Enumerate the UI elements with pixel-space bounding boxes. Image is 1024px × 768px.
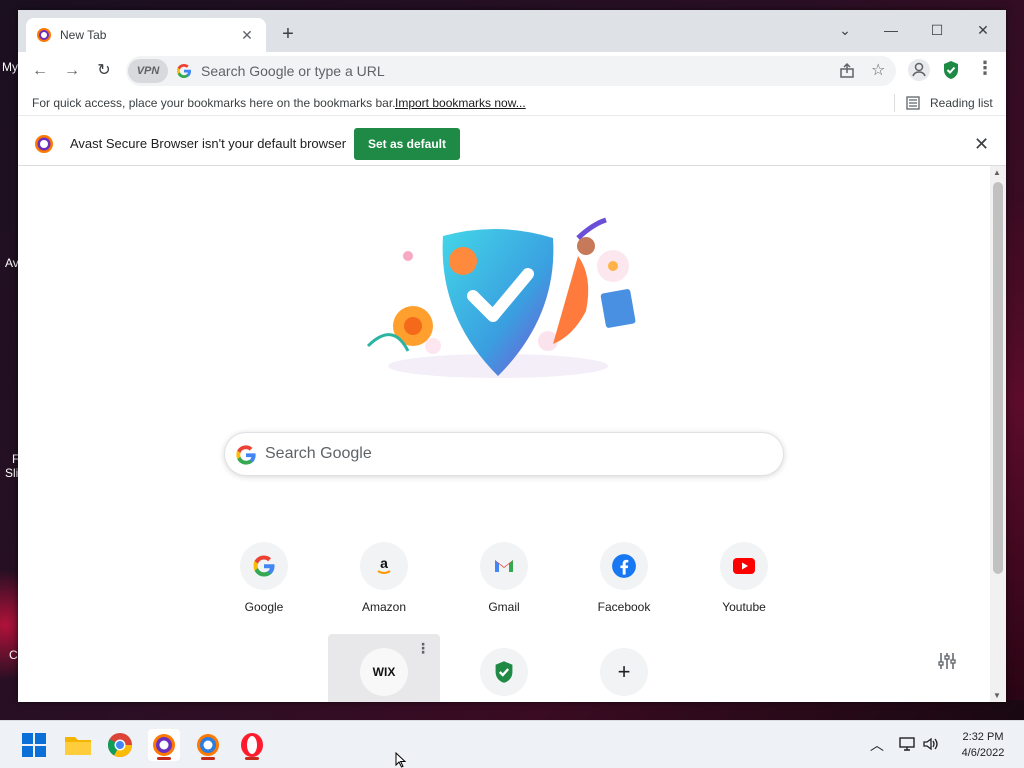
gmail-icon	[480, 542, 528, 590]
svg-text:a: a	[380, 555, 388, 571]
network-icon[interactable]	[898, 736, 916, 752]
avast-browser-taskbar-button[interactable]	[148, 729, 180, 761]
ntp-search-placeholder: Search Google	[265, 445, 372, 462]
shortcut-tile[interactable]: Google	[208, 528, 320, 632]
amazon-icon: a	[360, 542, 408, 590]
bookmarks-divider	[894, 94, 895, 112]
minimize-button[interactable]: —	[868, 16, 914, 44]
vpn-button[interactable]: VPN	[128, 59, 168, 83]
shortcut-tile[interactable]: a Amazon	[328, 528, 440, 632]
tab-close-icon[interactable]: ✕	[238, 27, 256, 44]
google-icon	[240, 542, 288, 590]
scrollbar-thumb[interactable]	[993, 182, 1003, 574]
infobar-close-icon[interactable]: ✕	[974, 134, 989, 155]
reading-list-icon	[906, 96, 920, 110]
tab-strip: New Tab ✕ + ⌄ — ☐ ✕	[18, 10, 1006, 52]
tab-new-tab[interactable]: New Tab ✕	[26, 18, 266, 52]
security-hero-illustration	[366, 217, 636, 378]
share-icon[interactable]	[838, 62, 856, 80]
default-browser-infobar: Avast Secure Browser isn't your default …	[18, 122, 1006, 166]
address-bar[interactable]: VPN Search Google or type a URL ☆	[126, 56, 896, 86]
close-window-button[interactable]: ✕	[960, 16, 1006, 44]
volume-icon[interactable]	[922, 736, 940, 752]
desktop-icon-label[interactable]: My	[2, 60, 18, 74]
maximize-button[interactable]: ☐	[914, 16, 960, 44]
shortcut-label: Google	[244, 600, 284, 614]
shortcut-tile[interactable]: Youtube	[688, 528, 800, 632]
shortcut-label: Facebook	[597, 600, 651, 614]
profile-avatar-icon[interactable]	[908, 59, 930, 81]
set-as-default-button[interactable]: Set as default	[354, 128, 460, 160]
opera-taskbar-button[interactable]	[236, 729, 268, 761]
bookmark-star-icon[interactable]: ☆	[871, 60, 885, 80]
avast-shield-extension-icon[interactable]	[942, 60, 960, 80]
new-tab-button[interactable]: +	[276, 22, 300, 46]
import-bookmarks-link[interactable]: Import bookmarks now...	[395, 96, 526, 110]
menu-kebab-icon[interactable]: ⋮	[976, 58, 994, 79]
scroll-up-arrow-icon[interactable]: ▲	[993, 168, 1001, 177]
desktop-icon-label[interactable]: C	[9, 648, 18, 662]
new-tab-page: Search Google Google a Amazon Gmail Face…	[18, 166, 1006, 702]
shortcut-more-icon[interactable]: ⋮	[416, 640, 430, 657]
desktop-icon-label[interactable]: Av	[5, 256, 19, 270]
google-g-icon	[177, 64, 191, 78]
ntp-search-box[interactable]: Search Google	[224, 432, 784, 476]
running-indicator	[157, 757, 171, 760]
avast-browser-icon	[37, 28, 51, 42]
shortcut-tile[interactable]: ⋮ WIX	[328, 634, 440, 702]
customize-sliders-icon[interactable]	[936, 650, 958, 672]
desktop-icon-label[interactable]: Sli	[5, 466, 18, 480]
mouse-cursor-icon	[395, 752, 407, 768]
clock-time: 2:32 PM	[962, 731, 1004, 743]
running-indicator	[201, 757, 215, 760]
page-scrollbar[interactable]: ▲ ▼	[990, 166, 1006, 702]
shortcut-tile[interactable]: Facebook	[568, 528, 680, 632]
google-g-icon	[236, 445, 256, 465]
wix-icon: WIX	[360, 648, 408, 696]
bookmarks-bar: For quick access, place your bookmarks h…	[18, 90, 1006, 116]
system-clock[interactable]: 2:32 PM 4/6/2022	[950, 729, 1016, 761]
add-shortcut-tile[interactable]: +	[568, 634, 680, 702]
avast-browser-taskbar-button[interactable]	[192, 729, 224, 761]
taskbar: ︿ 2:32 PM 4/6/2022	[0, 720, 1024, 768]
avast-shield-icon	[480, 648, 528, 696]
file-explorer-icon[interactable]	[62, 729, 94, 761]
chrome-icon[interactable]	[104, 729, 136, 761]
avast-browser-logo-icon	[35, 135, 53, 153]
bookmarks-hint: For quick access, place your bookmarks h…	[32, 96, 396, 110]
shortcut-label: Youtube	[722, 600, 766, 614]
reading-list-button[interactable]: Reading list	[930, 96, 993, 110]
back-arrow-icon[interactable]: ←	[26, 57, 54, 85]
windows-start-icon[interactable]	[18, 729, 50, 761]
shortcut-tile[interactable]: Gmail	[448, 528, 560, 632]
running-indicator	[245, 757, 259, 760]
browser-window: New Tab ✕ + ⌄ — ☐ ✕ ← → ↻ VPN Search Goo…	[18, 10, 1006, 702]
browser-toolbar: ← → ↻ VPN Search Google or type a URL ☆	[18, 52, 1006, 90]
add-shortcut-icon: +	[600, 648, 648, 696]
tab-search-chevron-icon[interactable]: ⌄	[822, 16, 868, 44]
infobar-message: Avast Secure Browser isn't your default …	[70, 136, 347, 151]
shortcut-label: Amazon	[361, 600, 407, 614]
shortcut-tile[interactable]	[448, 634, 560, 702]
forward-arrow-icon[interactable]: →	[58, 57, 86, 85]
wix-label: WIX	[372, 665, 396, 679]
tab-title: New Tab	[60, 28, 107, 42]
address-placeholder: Search Google or type a URL	[201, 63, 385, 79]
facebook-icon	[600, 542, 648, 590]
reload-icon[interactable]: ↻	[90, 57, 118, 85]
clock-date: 4/6/2022	[961, 747, 1005, 759]
scroll-down-arrow-icon[interactable]: ▼	[993, 691, 1001, 700]
shortcut-label: Gmail	[488, 600, 520, 614]
youtube-icon	[720, 542, 768, 590]
tray-overflow-chevron-icon[interactable]: ︿	[870, 735, 884, 755]
